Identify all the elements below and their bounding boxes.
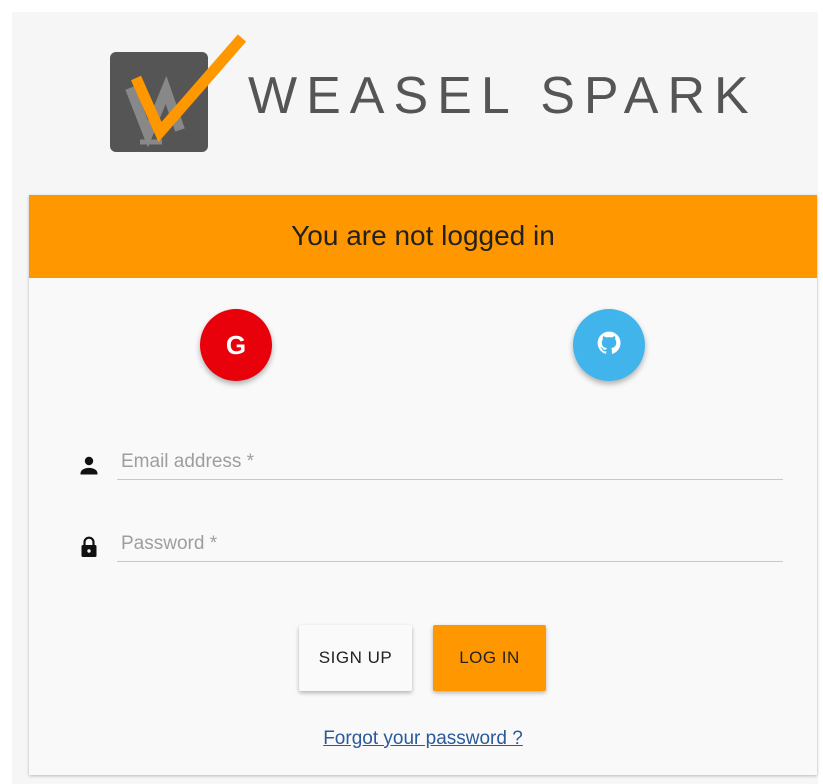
person-icon xyxy=(77,453,101,477)
login-button[interactable]: LOG IN xyxy=(433,625,546,691)
forgot-password-link[interactable]: Forgot your password ? xyxy=(29,728,817,750)
github-icon xyxy=(596,330,622,361)
google-icon: G xyxy=(225,329,247,360)
status-message: You are not logged in xyxy=(291,219,555,251)
signup-button[interactable]: SIGN UP xyxy=(299,625,412,691)
password-input[interactable] xyxy=(117,527,783,562)
email-input[interactable] xyxy=(117,445,783,480)
email-row xyxy=(77,445,783,485)
weasel-spark-logo-icon xyxy=(108,30,248,160)
google-login-button[interactable]: G xyxy=(200,309,272,381)
password-row xyxy=(77,527,783,567)
brand-header: WEASEL SPARK xyxy=(108,30,788,160)
lock-icon xyxy=(77,535,101,559)
status-banner: You are not logged in xyxy=(29,195,817,278)
brand-name: WEASEL SPARK xyxy=(248,67,758,125)
login-card: You are not logged in G SI xyxy=(29,195,817,775)
github-login-button[interactable] xyxy=(573,309,645,381)
